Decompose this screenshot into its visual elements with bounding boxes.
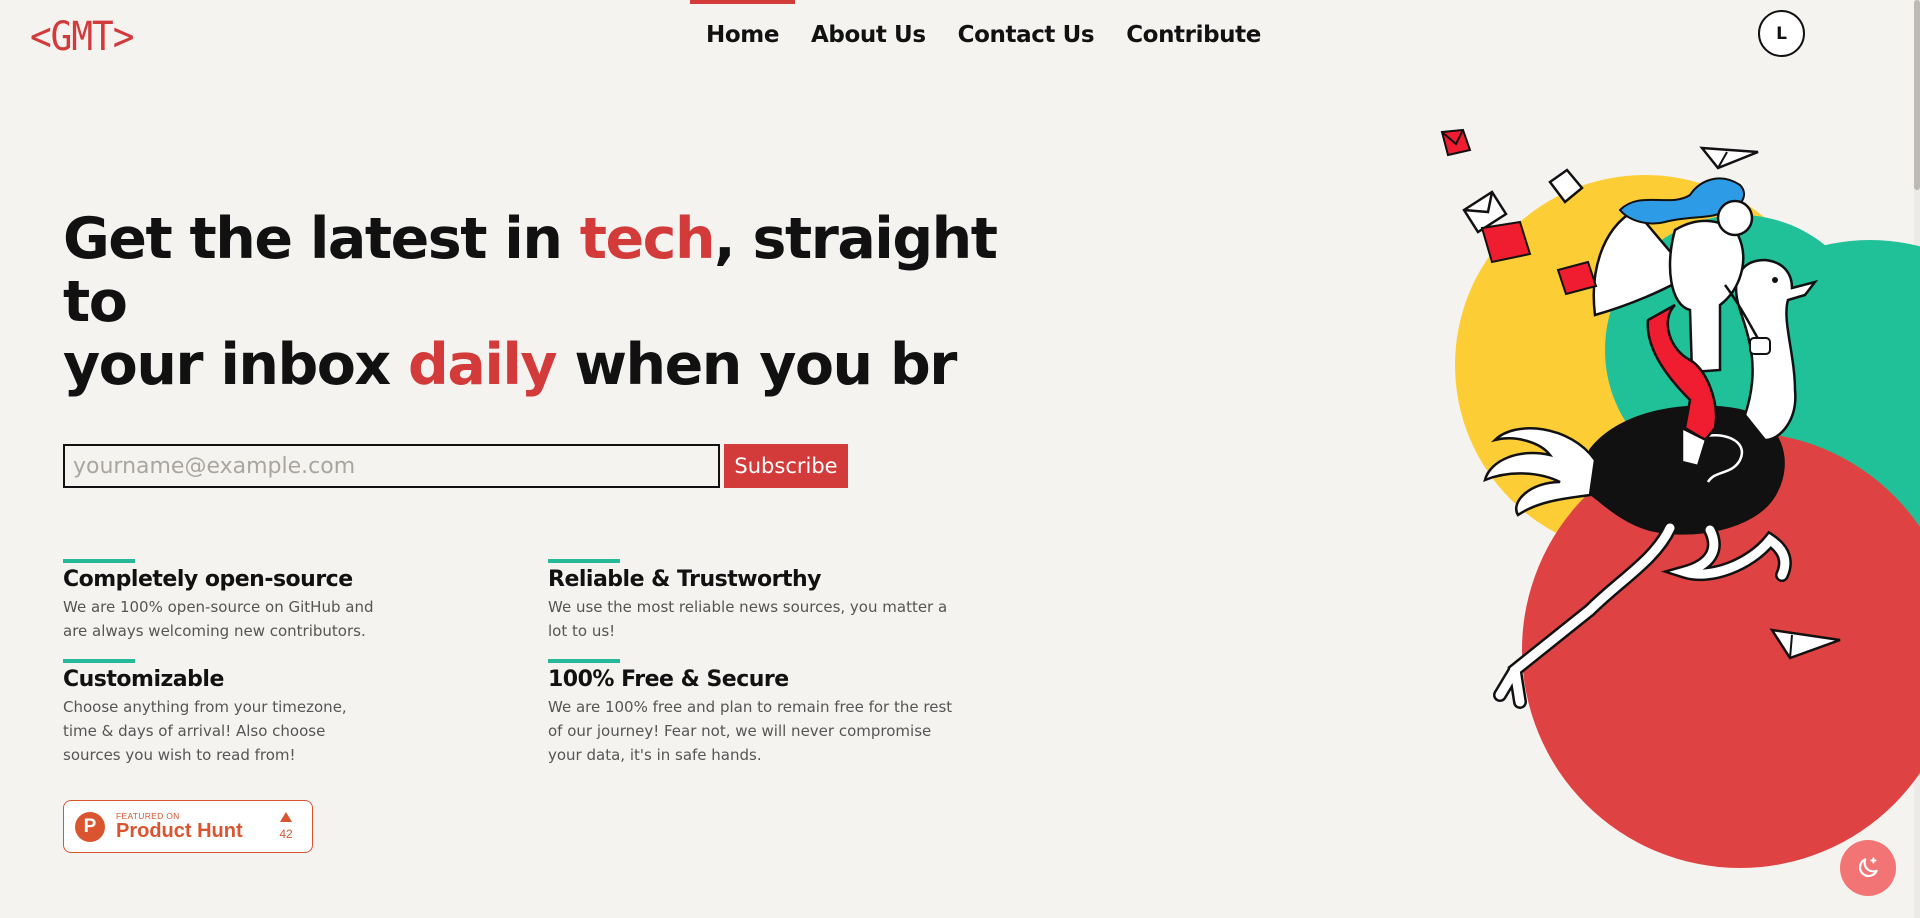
hero-text: Get the latest in	[63, 206, 580, 272]
subscribe-button[interactable]: Subscribe	[724, 444, 848, 488]
feature-accent-bar	[63, 559, 135, 563]
hero-text: your inbox	[63, 332, 409, 398]
feature-free-secure: 100% Free & Secure We are 100% free and …	[548, 659, 968, 767]
feature-description: We use the most reliable news sources, y…	[548, 595, 968, 643]
upvote-triangle-icon	[280, 812, 292, 822]
feature-description: We are 100% free and plan to remain free…	[548, 695, 968, 767]
rider-hands	[1749, 337, 1771, 355]
red-envelope-icon	[1480, 220, 1532, 264]
product-hunt-name: Product Hunt	[116, 820, 243, 842]
feature-line: your data, it's in safe hands.	[548, 746, 762, 764]
feature-line: sources you wish to read from!	[63, 746, 296, 764]
hero-accent-tech: tech	[579, 206, 716, 272]
feature-line: We use the most reliable news sources, y…	[548, 598, 948, 616]
main-nav: Home About Us Contact Us Contribute	[690, 0, 1277, 70]
hero-accent-daily: daily	[408, 332, 558, 398]
feature-description: Choose anything from your timezone, time…	[63, 695, 473, 767]
feature-reliable: Reliable & Trustworthy We use the most r…	[548, 559, 968, 643]
product-hunt-badge[interactable]: P FEATURED ON Product Hunt 42	[63, 800, 313, 853]
feature-customizable: Customizable Choose anything from your t…	[63, 659, 473, 767]
hero-text-typing: when you br	[556, 332, 957, 398]
feature-accent-bar	[548, 559, 620, 563]
nav-about-us[interactable]: About Us	[795, 0, 942, 70]
nav-home[interactable]: Home	[690, 0, 796, 70]
upvote-count: 42	[279, 827, 293, 841]
hero-headline: Get the latest in tech, straight to your…	[63, 208, 1043, 397]
paper-plane-icon	[1699, 146, 1759, 170]
feature-title: 100% Free & Secure	[548, 667, 789, 692]
ostrich-rider-illustration	[1440, 128, 1920, 868]
feature-accent-bar	[548, 659, 620, 663]
feature-line: are always welcoming new contributors.	[63, 622, 366, 640]
nav-contact-us[interactable]: Contact Us	[942, 0, 1111, 70]
red-envelope-icon	[1440, 128, 1472, 157]
logo[interactable]: <GMT>	[30, 14, 134, 60]
feature-accent-bar	[63, 659, 135, 663]
dark-mode-toggle[interactable]	[1840, 840, 1896, 896]
landing-page: <GMT> Home About Us Contact Us Contribut…	[0, 0, 1920, 918]
feature-line: We are 100% open-source on GitHub and	[63, 598, 374, 616]
feature-line: We are 100% free and plan to remain free…	[548, 698, 953, 716]
feature-title: Completely open-source	[63, 567, 353, 592]
rider-head	[1716, 199, 1754, 237]
moon-star-icon	[1858, 857, 1878, 878]
feature-description: We are 100% open-source on GitHub and ar…	[63, 595, 473, 643]
feature-title: Reliable & Trustworthy	[548, 567, 822, 592]
feature-title: Customizable	[63, 667, 224, 692]
user-avatar[interactable]: L	[1758, 10, 1805, 57]
feature-open-source: Completely open-source We are 100% open-…	[63, 559, 473, 643]
feature-line: Choose anything from your timezone,	[63, 698, 347, 716]
feature-line: time & days of arrival! Also choose	[63, 722, 326, 740]
feature-line: of our journey! Fear not, we will never …	[548, 722, 932, 740]
ostrich-eye	[1772, 277, 1778, 283]
nav-contribute[interactable]: Contribute	[1110, 0, 1277, 70]
product-hunt-logo-icon: P	[75, 812, 105, 842]
email-input[interactable]	[63, 444, 720, 488]
feature-line: lot to us!	[548, 622, 616, 640]
